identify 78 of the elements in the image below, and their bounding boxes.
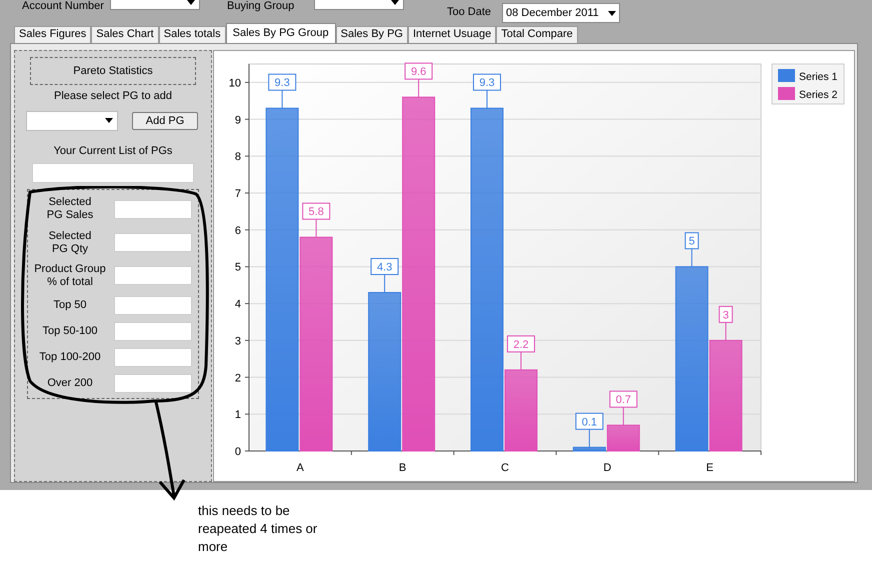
y-axis-label: 8 xyxy=(234,151,241,164)
legend-label: Series 2 xyxy=(799,89,838,101)
data-label: 0.1 xyxy=(582,416,598,428)
annotation-note: this needs to be reapeated 4 times or more xyxy=(198,502,318,556)
prompt-label: Please select PG to add xyxy=(54,89,172,104)
stat-field[interactable] xyxy=(114,296,192,314)
y-axis-label: 10 xyxy=(228,77,241,90)
stat-field[interactable] xyxy=(114,233,192,252)
y-axis-label: 7 xyxy=(234,188,241,200)
list-label: Your Current List of PGs xyxy=(54,144,172,158)
legend-label: Series 1 xyxy=(799,71,838,83)
y-axis-label: 3 xyxy=(234,335,241,348)
leader-line xyxy=(691,248,692,268)
x-axis-label: A xyxy=(296,462,304,474)
leader-line xyxy=(418,78,420,98)
dropdown-caret-icon xyxy=(391,0,399,4)
tab[interactable]: Sales By PG Group xyxy=(226,23,336,43)
data-label: 0.7 xyxy=(616,394,632,406)
y-axis-label: 9 xyxy=(234,114,241,126)
leader-line xyxy=(520,351,522,370)
leader-line xyxy=(588,428,590,448)
leader-line xyxy=(384,274,386,294)
data-label: 5.8 xyxy=(308,206,324,218)
tab[interactable]: Sales Figures xyxy=(14,26,92,43)
stat-field[interactable] xyxy=(114,322,192,340)
tab[interactable]: Sales Chart xyxy=(91,26,159,43)
data-label: 0.1 xyxy=(575,412,604,430)
data-label: 3 xyxy=(722,309,729,322)
x-axis-label: C xyxy=(501,462,509,474)
x-axis-label: B xyxy=(398,462,406,474)
data-label: 5 xyxy=(688,236,695,248)
y-axis-label: 4 xyxy=(234,298,241,311)
date-value: 08 December 2011 xyxy=(506,6,599,21)
stat-field[interactable] xyxy=(114,266,192,285)
leader-line xyxy=(725,322,726,341)
data-label: 9.6 xyxy=(410,66,426,78)
data-label: 2.2 xyxy=(507,335,535,352)
field-label: Buying Group xyxy=(227,0,294,12)
leader-line xyxy=(486,90,488,109)
data-label: 4.3 xyxy=(376,262,392,274)
dropdown-caret-icon xyxy=(187,0,195,4)
dropdown-caret-icon xyxy=(608,10,616,16)
data-label: 4.3 xyxy=(370,258,399,276)
data-label: 3 xyxy=(718,306,733,323)
y-axis-label: 2 xyxy=(234,372,241,384)
tab[interactable]: Sales By PG xyxy=(336,26,408,43)
leader-line xyxy=(622,406,624,426)
y-axis-label: 1 xyxy=(234,409,241,422)
y-axis-label: 6 xyxy=(234,224,241,237)
field-label: Account Number xyxy=(22,0,104,12)
leader-line xyxy=(282,90,283,109)
leader-line xyxy=(316,218,317,238)
data-label: 2.2 xyxy=(513,338,529,351)
pg-combo[interactable] xyxy=(26,110,118,130)
y-axis-label: 0 xyxy=(234,446,241,458)
y-axis-label: 5 xyxy=(234,262,241,274)
dropdown-caret-icon xyxy=(105,118,113,123)
data-label: 9.3 xyxy=(268,74,296,91)
data-label: 9.3 xyxy=(479,77,495,90)
data-label: 5.8 xyxy=(302,202,330,220)
data-label: 5 xyxy=(684,232,699,250)
pg-list-field[interactable] xyxy=(32,163,194,183)
date-picker[interactable]: 08 December 2011 xyxy=(502,3,620,23)
stat-field[interactable] xyxy=(114,348,192,366)
data-label: 9.3 xyxy=(473,74,501,91)
stat-field[interactable] xyxy=(114,200,192,218)
data-label: 9.3 xyxy=(274,77,290,90)
add-pg-button[interactable]: Add PG xyxy=(132,112,198,130)
data-label: 0.7 xyxy=(609,390,638,408)
tab[interactable]: Internet Usuage xyxy=(408,26,496,43)
stat-field[interactable] xyxy=(114,374,192,392)
x-axis-label: D xyxy=(603,462,612,474)
tab[interactable]: Total Compare xyxy=(496,26,578,43)
date-label: Too Date xyxy=(447,5,492,19)
tab[interactable]: Sales totals xyxy=(158,26,226,43)
data-label: 9.6 xyxy=(404,62,433,80)
panel-title: Pareto Statistics xyxy=(30,57,196,85)
x-axis-label: E xyxy=(706,462,714,474)
